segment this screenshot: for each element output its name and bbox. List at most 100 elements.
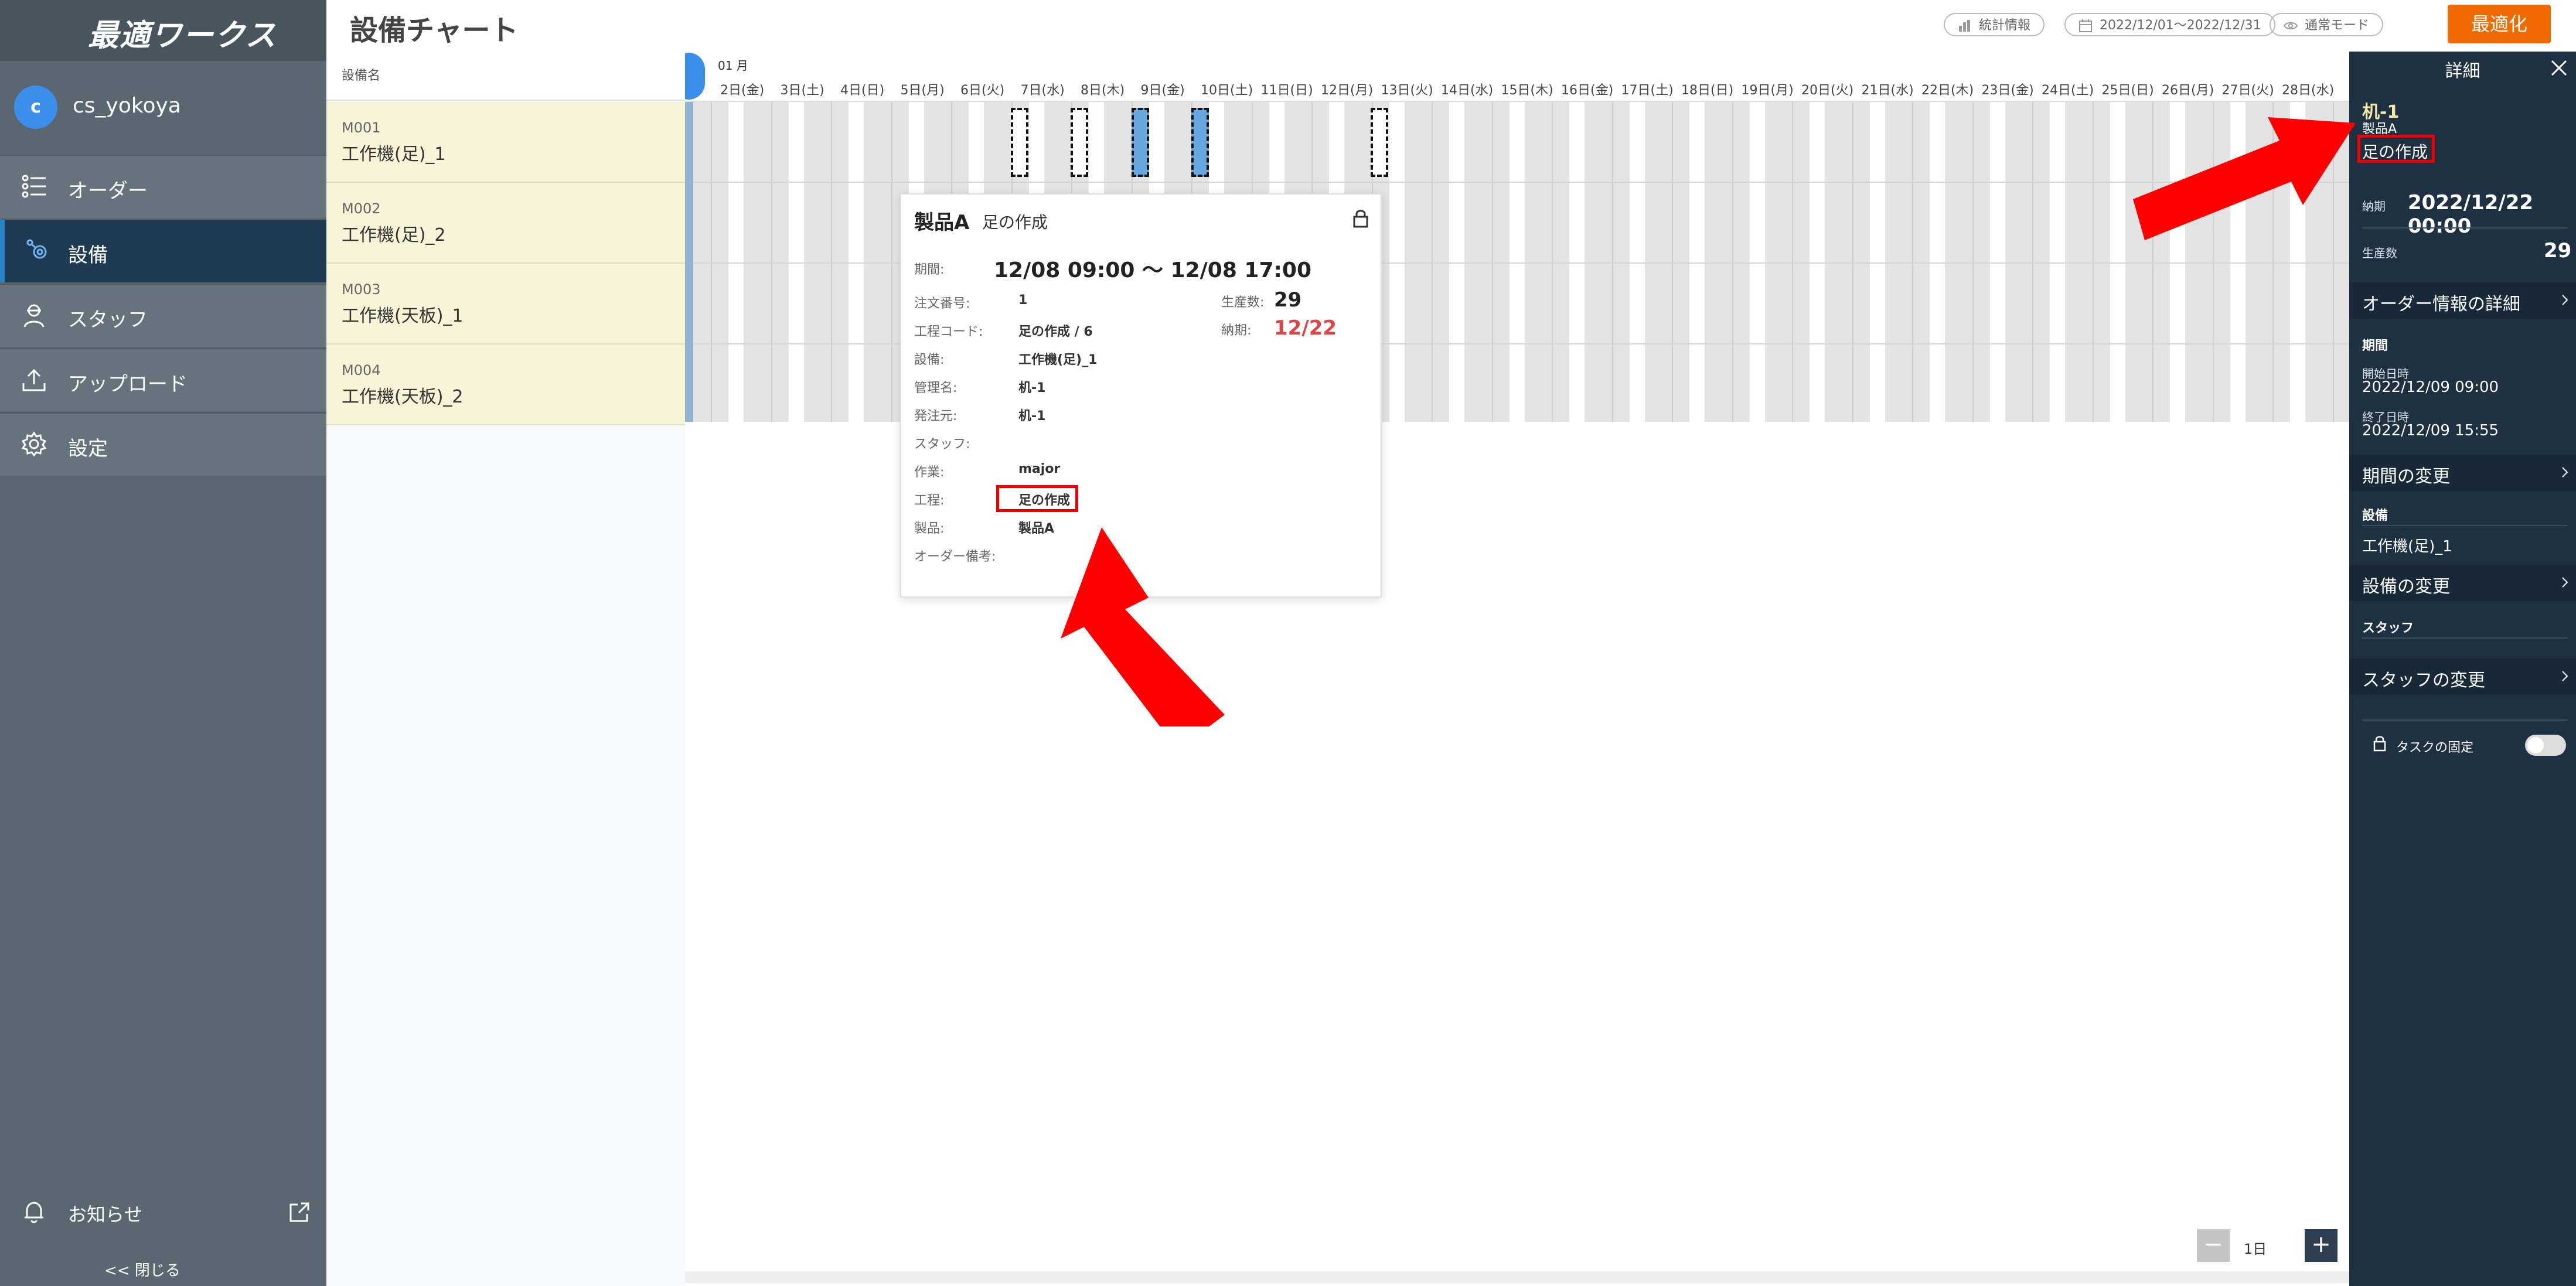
date-header: 25日(日) [2101, 83, 2154, 98]
chevron-right-icon [2562, 295, 2568, 305]
mode-button[interactable]: 通常モード [2270, 13, 2384, 36]
staff-heading: スタッフ [2362, 621, 2414, 636]
popup-product: 製品A [914, 211, 970, 234]
equipment-name: 工作機(天板)_2 [342, 387, 464, 407]
sidebar-item-label: オーダー [68, 179, 148, 203]
popup-field-label: 注文番号: [914, 296, 970, 311]
app-logo[interactable]: 最適ワークス [88, 11, 277, 54]
external-link-icon [289, 1202, 309, 1222]
equipment-heading: 設備 [2362, 509, 2388, 523]
date-header: 2日(金) [720, 83, 765, 98]
close-icon[interactable] [2548, 57, 2570, 79]
zoom-out-button[interactable]: − [2197, 1229, 2230, 1262]
date-header: 6日(火) [960, 83, 1005, 98]
stats-button[interactable]: 統計情報 [1944, 13, 2045, 36]
list-icon [22, 175, 46, 198]
off-hours-column [1689, 102, 1705, 422]
equipment-name: 工作機(足)_1 [342, 144, 446, 165]
date-header: 23日(金) [1981, 83, 2034, 98]
collapse-sidebar-button[interactable]: << 閉じる [104, 1258, 180, 1280]
off-hours-column [2110, 102, 2125, 422]
end-value: 2022/12/09 15:55 [2362, 422, 2499, 439]
highlight-box [2357, 135, 2435, 163]
zoom-in-button[interactable]: + [2305, 1229, 2338, 1262]
lock-icon [2373, 736, 2386, 752]
sidebar-item-upload[interactable]: アップロード [0, 348, 326, 411]
popup-field-label: 製品: [914, 521, 945, 536]
sidebar-item-label: スタッフ [68, 308, 148, 332]
change-equipment-link[interactable]: 設備の変更 [2349, 565, 2576, 601]
task-bar[interactable] [1371, 108, 1388, 177]
annotation-arrow [2133, 117, 2356, 240]
date-header: 26日(月) [2162, 83, 2214, 98]
highlight-box [996, 485, 1078, 512]
off-hours-column [1869, 102, 1885, 422]
user-menu[interactable]: c cs_yokoya [0, 68, 326, 150]
date-header: 15日(木) [1501, 83, 1553, 98]
day-divider [1432, 102, 1433, 422]
day-divider [1792, 102, 1793, 422]
date-header: 27日(火) [2221, 83, 2274, 98]
sidebar-item-staff[interactable]: スタッフ [0, 284, 326, 347]
date-range-button[interactable]: 2022/12/01〜2022/12/31 [2064, 13, 2275, 36]
notice-label: お知らせ [68, 1203, 143, 1226]
lock-icon[interactable] [1352, 209, 1369, 228]
mode-label: 通常モード [2305, 18, 2370, 33]
change-staff-link[interactable]: スタッフの変更 [2349, 659, 2576, 695]
off-hours-column [1989, 102, 2005, 422]
sidebar-item-orders[interactable]: オーダー [0, 155, 326, 218]
task-bar[interactable] [1011, 108, 1028, 177]
username: cs_yokoya [73, 94, 181, 118]
change-equipment-label: 設備の変更 [2362, 577, 2450, 597]
header: 設備チャート 統計情報 2022/12/01〜2022/12/31 通常モード … [326, 0, 2576, 53]
upload-icon [22, 369, 46, 391]
equipment-header: 設備名 [326, 52, 685, 101]
sidebar-item-equipment[interactable]: 設備 [0, 219, 331, 282]
day-divider [1611, 102, 1613, 422]
page-title: 設備チャート [350, 14, 519, 47]
zoom-control: − 1日 + [2197, 1229, 2338, 1262]
notice-link[interactable]: お知らせ [21, 1199, 314, 1228]
task-bar[interactable] [1071, 108, 1088, 177]
popup-field-label: 作業: [914, 465, 945, 480]
date-header: 4日(日) [840, 83, 885, 98]
day-divider [1732, 102, 1733, 422]
date-header: 20日(火) [1801, 83, 1854, 98]
day-divider [1912, 102, 1913, 422]
date-header: 11日(日) [1260, 83, 1313, 98]
horizontal-scrollbar[interactable] [685, 1271, 2349, 1283]
popup-field-label: 工程: [914, 493, 945, 508]
day-divider [831, 102, 832, 422]
task-bar-selected[interactable] [1132, 108, 1149, 177]
popup-field-value: 工作機(足)_1 [1018, 353, 1098, 367]
equipment-row[interactable]: M002 工作機(足)_2 [326, 183, 685, 264]
zoom-level: 1日 [2244, 1241, 2267, 1257]
date-header: 9日(金) [1140, 83, 1185, 98]
avatar: c [14, 86, 57, 129]
off-hours-column [1749, 102, 1765, 422]
date-header: 21日(水) [1861, 83, 1914, 98]
period-heading: 期間 [2362, 339, 2388, 353]
settings-icon [21, 431, 47, 457]
detail-panel: 詳細 机-1 製品A 足の作成 納期 2022/12/22 00:00 生産数 … [2349, 52, 2576, 1286]
task-lock-toggle[interactable] [2525, 735, 2566, 756]
optimize-button[interactable]: 最適化 [2448, 5, 2551, 43]
detail-quantity-label: 生産数 [2362, 246, 2397, 260]
toggle-knob [2527, 737, 2544, 753]
today-marker [685, 53, 705, 100]
date-header: 7日(水) [1020, 83, 1065, 98]
equipment-row[interactable]: M003 工作機(天板)_1 [326, 264, 685, 344]
day-divider [2092, 102, 2094, 422]
equipment-row[interactable]: M004 工作機(天板)_2 [326, 344, 685, 425]
detail-quantity-value: 29 [2544, 239, 2572, 262]
change-staff-label: スタッフの変更 [2362, 670, 2485, 691]
popup-process: 足の作成 [982, 213, 1048, 232]
task-bar-selected[interactable] [1191, 108, 1209, 177]
sidebar-item-settings[interactable]: 設定 [0, 412, 326, 476]
equipment-row[interactable]: M001 工作機(足)_1 [326, 102, 685, 183]
order-detail-link[interactable]: オーダー情報の詳細 [2349, 282, 2576, 319]
off-hours-column [1569, 102, 1585, 422]
change-period-link[interactable]: 期間の変更 [2349, 455, 2576, 491]
popup-field-label: 工程コード: [914, 325, 983, 339]
detail-title: 詳細 [2445, 61, 2480, 81]
